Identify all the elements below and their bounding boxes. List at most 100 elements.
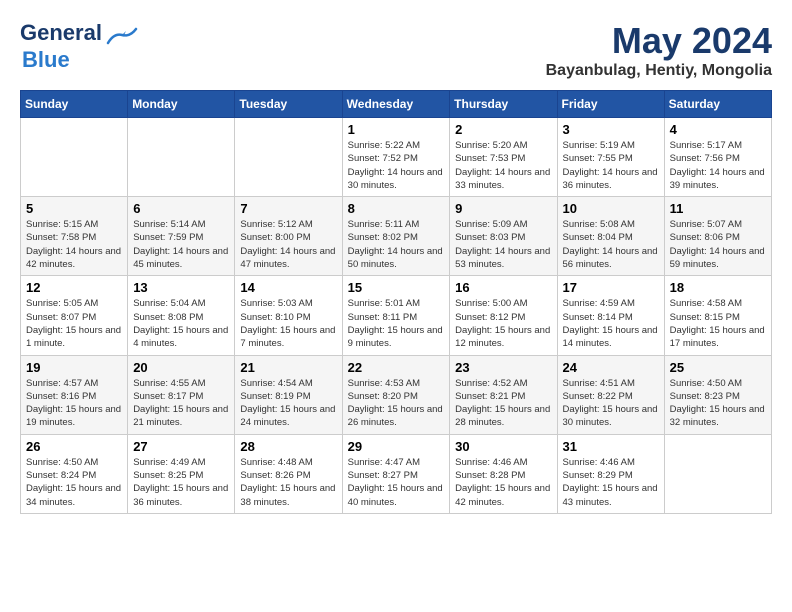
day-number: 16 <box>455 280 551 295</box>
day-info: Sunrise: 5:11 AMSunset: 8:02 PMDaylight:… <box>348 218 445 271</box>
weekday-header: Thursday <box>450 91 557 118</box>
calendar-cell: 31 Sunrise: 4:46 AMSunset: 8:29 PMDayligh… <box>557 434 664 513</box>
day-number: 2 <box>455 122 551 137</box>
calendar-cell <box>128 118 235 197</box>
day-number: 3 <box>563 122 659 137</box>
logo-general: General <box>20 20 102 45</box>
day-number: 8 <box>348 201 445 216</box>
day-info: Sunrise: 4:46 AMSunset: 8:28 PMDaylight:… <box>455 456 551 509</box>
calendar-cell: 12 Sunrise: 5:05 AMSunset: 8:07 PMDayligh… <box>21 276 128 355</box>
weekday-header: Tuesday <box>235 91 342 118</box>
calendar-cell: 3 Sunrise: 5:19 AMSunset: 7:55 PMDaylight… <box>557 118 664 197</box>
day-info: Sunrise: 5:03 AMSunset: 8:10 PMDaylight:… <box>240 297 336 350</box>
calendar-week-row: 26 Sunrise: 4:50 AMSunset: 8:24 PMDayligh… <box>21 434 772 513</box>
day-info: Sunrise: 4:46 AMSunset: 8:29 PMDaylight:… <box>563 456 659 509</box>
calendar-cell: 15Sunrise: 5:01 AMSunset: 8:11 PMDayligh… <box>342 276 450 355</box>
calendar-cell <box>664 434 771 513</box>
day-number: 13 <box>133 280 229 295</box>
logo: General Blue <box>20 20 138 73</box>
calendar-cell: 22Sunrise: 4:53 AMSunset: 8:20 PMDayligh… <box>342 355 450 434</box>
day-number: 1 <box>348 122 445 137</box>
calendar-table: SundayMondayTuesdayWednesdayThursdayFrid… <box>20 90 772 514</box>
day-info: Sunrise: 4:51 AMSunset: 8:22 PMDaylight:… <box>563 377 659 430</box>
day-number: 24 <box>563 360 659 375</box>
day-info: Sunrise: 4:50 AMSunset: 8:23 PMDaylight:… <box>670 377 766 430</box>
calendar-cell <box>235 118 342 197</box>
calendar-week-row: 5 Sunrise: 5:15 AMSunset: 7:58 PMDaylight… <box>21 197 772 276</box>
calendar-cell: 23 Sunrise: 4:52 AMSunset: 8:21 PMDayligh… <box>450 355 557 434</box>
day-number: 26 <box>26 439 122 454</box>
day-number: 10 <box>563 201 659 216</box>
calendar-cell: 16 Sunrise: 5:00 AMSunset: 8:12 PMDayligh… <box>450 276 557 355</box>
day-info: Sunrise: 5:15 AMSunset: 7:58 PMDaylight:… <box>26 218 122 271</box>
day-info: Sunrise: 5:09 AMSunset: 8:03 PMDaylight:… <box>455 218 551 271</box>
calendar-cell: 11Sunrise: 5:07 AMSunset: 8:06 PMDayligh… <box>664 197 771 276</box>
calendar-cell: 18Sunrise: 4:58 AMSunset: 8:15 PMDayligh… <box>664 276 771 355</box>
weekday-header: Friday <box>557 91 664 118</box>
logo-bird-icon <box>106 25 138 47</box>
day-info: Sunrise: 4:48 AMSunset: 8:26 PMDaylight:… <box>240 456 336 509</box>
calendar-cell: 27Sunrise: 4:49 AMSunset: 8:25 PMDayligh… <box>128 434 235 513</box>
day-number: 31 <box>563 439 659 454</box>
day-number: 11 <box>670 201 766 216</box>
day-number: 20 <box>133 360 229 375</box>
weekday-header: Sunday <box>21 91 128 118</box>
day-info: Sunrise: 5:17 AMSunset: 7:56 PMDaylight:… <box>670 139 766 192</box>
calendar-cell: 6 Sunrise: 5:14 AMSunset: 7:59 PMDaylight… <box>128 197 235 276</box>
day-number: 14 <box>240 280 336 295</box>
calendar-cell: 26 Sunrise: 4:50 AMSunset: 8:24 PMDayligh… <box>21 434 128 513</box>
day-number: 19 <box>26 360 122 375</box>
day-info: Sunrise: 4:52 AMSunset: 8:21 PMDaylight:… <box>455 377 551 430</box>
day-number: 12 <box>26 280 122 295</box>
calendar-header-row: SundayMondayTuesdayWednesdayThursdayFrid… <box>21 91 772 118</box>
calendar-cell: 28Sunrise: 4:48 AMSunset: 8:26 PMDayligh… <box>235 434 342 513</box>
calendar-cell: 8 Sunrise: 5:11 AMSunset: 8:02 PMDaylight… <box>342 197 450 276</box>
day-info: Sunrise: 5:04 AMSunset: 8:08 PMDaylight:… <box>133 297 229 350</box>
calendar-cell: 29 Sunrise: 4:47 AMSunset: 8:27 PMDayligh… <box>342 434 450 513</box>
calendar-cell: 24 Sunrise: 4:51 AMSunset: 8:22 PMDayligh… <box>557 355 664 434</box>
weekday-header: Wednesday <box>342 91 450 118</box>
calendar-cell: 30 Sunrise: 4:46 AMSunset: 8:28 PMDayligh… <box>450 434 557 513</box>
day-info: Sunrise: 4:58 AMSunset: 8:15 PMDaylight:… <box>670 297 766 350</box>
day-info: Sunrise: 4:55 AMSunset: 8:17 PMDaylight:… <box>133 377 229 430</box>
calendar-cell: 1 Sunrise: 5:22 AMSunset: 7:52 PMDaylight… <box>342 118 450 197</box>
location-title: Bayanbulag, Hentiy, Mongolia <box>546 62 772 80</box>
day-info: Sunrise: 4:59 AMSunset: 8:14 PMDaylight:… <box>563 297 659 350</box>
calendar-cell: 20 Sunrise: 4:55 AMSunset: 8:17 PMDayligh… <box>128 355 235 434</box>
day-info: Sunrise: 5:01 AMSunset: 8:11 PMDaylight:… <box>348 297 445 350</box>
day-number: 23 <box>455 360 551 375</box>
day-number: 5 <box>26 201 122 216</box>
calendar-cell: 2 Sunrise: 5:20 AMSunset: 7:53 PMDaylight… <box>450 118 557 197</box>
calendar-cell <box>21 118 128 197</box>
day-info: Sunrise: 4:50 AMSunset: 8:24 PMDaylight:… <box>26 456 122 509</box>
day-number: 22 <box>348 360 445 375</box>
calendar-cell: 7 Sunrise: 5:12 AMSunset: 8:00 PMDaylight… <box>235 197 342 276</box>
calendar-week-row: 12 Sunrise: 5:05 AMSunset: 8:07 PMDayligh… <box>21 276 772 355</box>
day-info: Sunrise: 5:19 AMSunset: 7:55 PMDaylight:… <box>563 139 659 192</box>
day-number: 4 <box>670 122 766 137</box>
day-number: 6 <box>133 201 229 216</box>
day-info: Sunrise: 5:20 AMSunset: 7:53 PMDaylight:… <box>455 139 551 192</box>
page-header: General Blue May 2024 Bayanbulag, Hentiy… <box>20 20 772 80</box>
day-info: Sunrise: 4:47 AMSunset: 8:27 PMDaylight:… <box>348 456 445 509</box>
calendar-cell: 21Sunrise: 4:54 AMSunset: 8:19 PMDayligh… <box>235 355 342 434</box>
day-number: 27 <box>133 439 229 454</box>
calendar-cell: 25Sunrise: 4:50 AMSunset: 8:23 PMDayligh… <box>664 355 771 434</box>
calendar-cell: 17Sunrise: 4:59 AMSunset: 8:14 PMDayligh… <box>557 276 664 355</box>
day-number: 29 <box>348 439 445 454</box>
calendar-week-row: 19 Sunrise: 4:57 AMSunset: 8:16 PMDayligh… <box>21 355 772 434</box>
day-info: Sunrise: 5:08 AMSunset: 8:04 PMDaylight:… <box>563 218 659 271</box>
day-number: 9 <box>455 201 551 216</box>
day-info: Sunrise: 5:05 AMSunset: 8:07 PMDaylight:… <box>26 297 122 350</box>
calendar-cell: 9 Sunrise: 5:09 AMSunset: 8:03 PMDaylight… <box>450 197 557 276</box>
day-number: 7 <box>240 201 336 216</box>
day-info: Sunrise: 5:12 AMSunset: 8:00 PMDaylight:… <box>240 218 336 271</box>
day-info: Sunrise: 4:57 AMSunset: 8:16 PMDaylight:… <box>26 377 122 430</box>
weekday-header: Saturday <box>664 91 771 118</box>
day-info: Sunrise: 5:14 AMSunset: 7:59 PMDaylight:… <box>133 218 229 271</box>
logo-blue: Blue <box>22 47 70 72</box>
day-number: 30 <box>455 439 551 454</box>
day-info: Sunrise: 5:22 AMSunset: 7:52 PMDaylight:… <box>348 139 445 192</box>
day-info: Sunrise: 5:00 AMSunset: 8:12 PMDaylight:… <box>455 297 551 350</box>
calendar-cell: 5 Sunrise: 5:15 AMSunset: 7:58 PMDaylight… <box>21 197 128 276</box>
